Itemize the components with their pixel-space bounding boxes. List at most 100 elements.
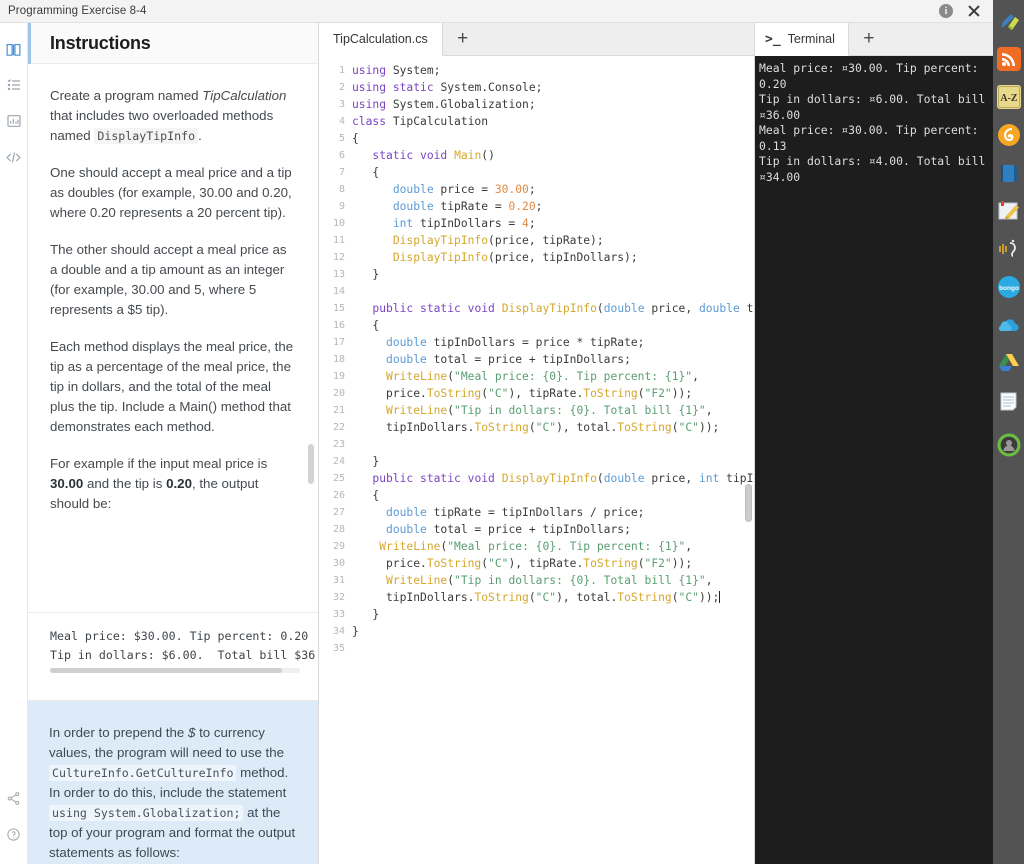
plain-text: and the tip is xyxy=(83,476,167,491)
code-token: "C" xyxy=(488,557,509,570)
speech-audio-icon[interactable] xyxy=(996,236,1022,262)
onedrive-cloud-icon[interactable] xyxy=(996,312,1022,338)
code-token: double xyxy=(603,302,645,315)
code-brackets-icon[interactable] xyxy=(0,139,28,175)
code-line: { xyxy=(352,487,754,504)
line-number: 22 xyxy=(332,422,345,433)
code-token: System.Console; xyxy=(433,81,543,94)
code-token: total = price + tipInDollars; xyxy=(426,353,631,366)
sample-output-hscrollbar-thumb[interactable] xyxy=(50,668,282,673)
plain-text: One should accept a meal price and a tip… xyxy=(50,165,292,220)
code-token: } xyxy=(352,625,359,638)
line-number: 12 xyxy=(332,252,345,263)
code-token: ( xyxy=(596,472,604,485)
line-number: 2 xyxy=(338,82,345,93)
checklist-icon[interactable] xyxy=(0,67,28,103)
code-token: ToString xyxy=(617,591,672,604)
line-number: 9 xyxy=(338,201,345,212)
code-token: ToString xyxy=(474,421,529,434)
code-line: { xyxy=(352,317,754,334)
tab-terminal[interactable]: >_ Terminal xyxy=(755,23,849,56)
pen-highlighter-icon[interactable] xyxy=(996,8,1022,34)
code-area[interactable]: 1 2 3 4 5 6 7 8 9 10 11 12 13 14 15 16 17 18 19 20 21 22 23 24 2… xyxy=(319,56,754,864)
line-number: 21 xyxy=(332,405,345,416)
code-token: price = xyxy=(433,183,495,196)
code-token: )); xyxy=(671,387,693,400)
line-number: 25 xyxy=(332,473,345,484)
code-token: DisplayTipInfo xyxy=(392,234,489,247)
code-token: } xyxy=(352,608,380,621)
instructions-panel: Instructions Create a program named TipC… xyxy=(28,23,319,864)
line-number: 33 xyxy=(332,609,345,620)
code-token: double xyxy=(386,353,427,366)
code-token: double xyxy=(386,523,427,536)
blue-book-icon[interactable] xyxy=(996,160,1022,186)
instructions-scrollpane[interactable]: Create a program named TipCalculation th… xyxy=(28,64,318,864)
code-token: double xyxy=(392,183,434,196)
line-number: 16 xyxy=(332,320,345,331)
code-token: price, xyxy=(644,472,699,485)
code-line: WriteLine("Tip in dollars: {0}. Total bi… xyxy=(352,572,754,589)
info-icon[interactable]: i xyxy=(939,4,953,18)
text-caret xyxy=(719,591,721,603)
new-terminal-tab-button[interactable]: + xyxy=(849,22,889,55)
close-icon[interactable] xyxy=(967,4,981,18)
code-token: )); xyxy=(698,591,720,604)
code-token: WriteLine xyxy=(379,540,441,553)
code-token: double xyxy=(392,200,434,213)
line-number: 3 xyxy=(338,99,345,110)
code-line: DisplayTipInfo(price, tipRate); xyxy=(352,232,754,249)
notes-pencil-icon[interactable] xyxy=(996,198,1022,224)
terminal-panel: >_ Terminal + Meal price: ¤30.00. Tip pe… xyxy=(755,23,993,864)
line-number: 24 xyxy=(332,456,345,467)
instructions-vscrollbar[interactable] xyxy=(308,64,314,864)
new-editor-tab-button[interactable]: + xyxy=(443,22,483,55)
code-token: WriteLine xyxy=(386,370,448,383)
lined-paper-icon[interactable] xyxy=(996,388,1022,414)
tab-tipcalculation-cs[interactable]: TipCalculation.cs xyxy=(319,23,443,56)
code-content[interactable]: using System; using static System.Console… xyxy=(345,56,754,864)
line-number: 35 xyxy=(332,643,345,654)
code-token: "F2" xyxy=(644,387,672,400)
line-number: 18 xyxy=(332,354,345,365)
bar-chart-icon[interactable] xyxy=(0,103,28,139)
code-line: double total = price + tipInDollars; xyxy=(352,521,754,538)
emphasis-text: TipCalculation xyxy=(202,88,287,103)
sample-output-hscrollbar[interactable] xyxy=(50,668,300,673)
editor-vscrollbar[interactable] xyxy=(745,56,752,864)
instructions-vscrollbar-thumb[interactable] xyxy=(308,444,314,484)
rss-feed-icon[interactable] xyxy=(996,46,1022,72)
editor-vscrollbar-thumb[interactable] xyxy=(745,484,752,522)
code-line: double price = 30.00; xyxy=(352,181,754,198)
a-z-dictionary-icon[interactable]: A-Z xyxy=(996,84,1022,110)
code-token: ( xyxy=(528,421,536,434)
instructions-header: Instructions xyxy=(28,23,318,64)
code-token: ToString xyxy=(583,557,638,570)
help-circle-icon[interactable] xyxy=(0,816,28,852)
code-token: { xyxy=(352,319,380,332)
code-token: static xyxy=(392,81,434,94)
google-drive-icon[interactable] xyxy=(996,350,1022,376)
line-number: 27 xyxy=(332,507,345,518)
code-token: 4 xyxy=(522,217,529,230)
user-avatar-icon[interactable] xyxy=(996,432,1022,458)
book-icon[interactable] xyxy=(0,31,28,67)
code-token: } xyxy=(352,268,380,281)
terminal-output-area[interactable]: Meal price: ¤30.00. Tip percent: 0.20 Ti… xyxy=(755,56,993,864)
code-token: ( xyxy=(637,387,645,400)
instructions-body: Create a program named TipCalculation th… xyxy=(28,64,318,864)
bing-orange-icon[interactable] xyxy=(996,122,1022,148)
share-icon[interactable] xyxy=(0,780,28,816)
terminal-output-text: Meal price: ¤30.00. Tip percent: 0.20 Ti… xyxy=(759,61,986,184)
code-token: static xyxy=(420,472,461,485)
code-token: DisplayTipInfo xyxy=(501,472,597,485)
code-token: DisplayTipInfo xyxy=(392,251,489,264)
plain-text: . xyxy=(198,128,202,143)
code-token: "Meal price: {0}. Tip percent: {1}" xyxy=(447,540,686,553)
bongo-icon[interactable]: bongo xyxy=(996,274,1022,300)
